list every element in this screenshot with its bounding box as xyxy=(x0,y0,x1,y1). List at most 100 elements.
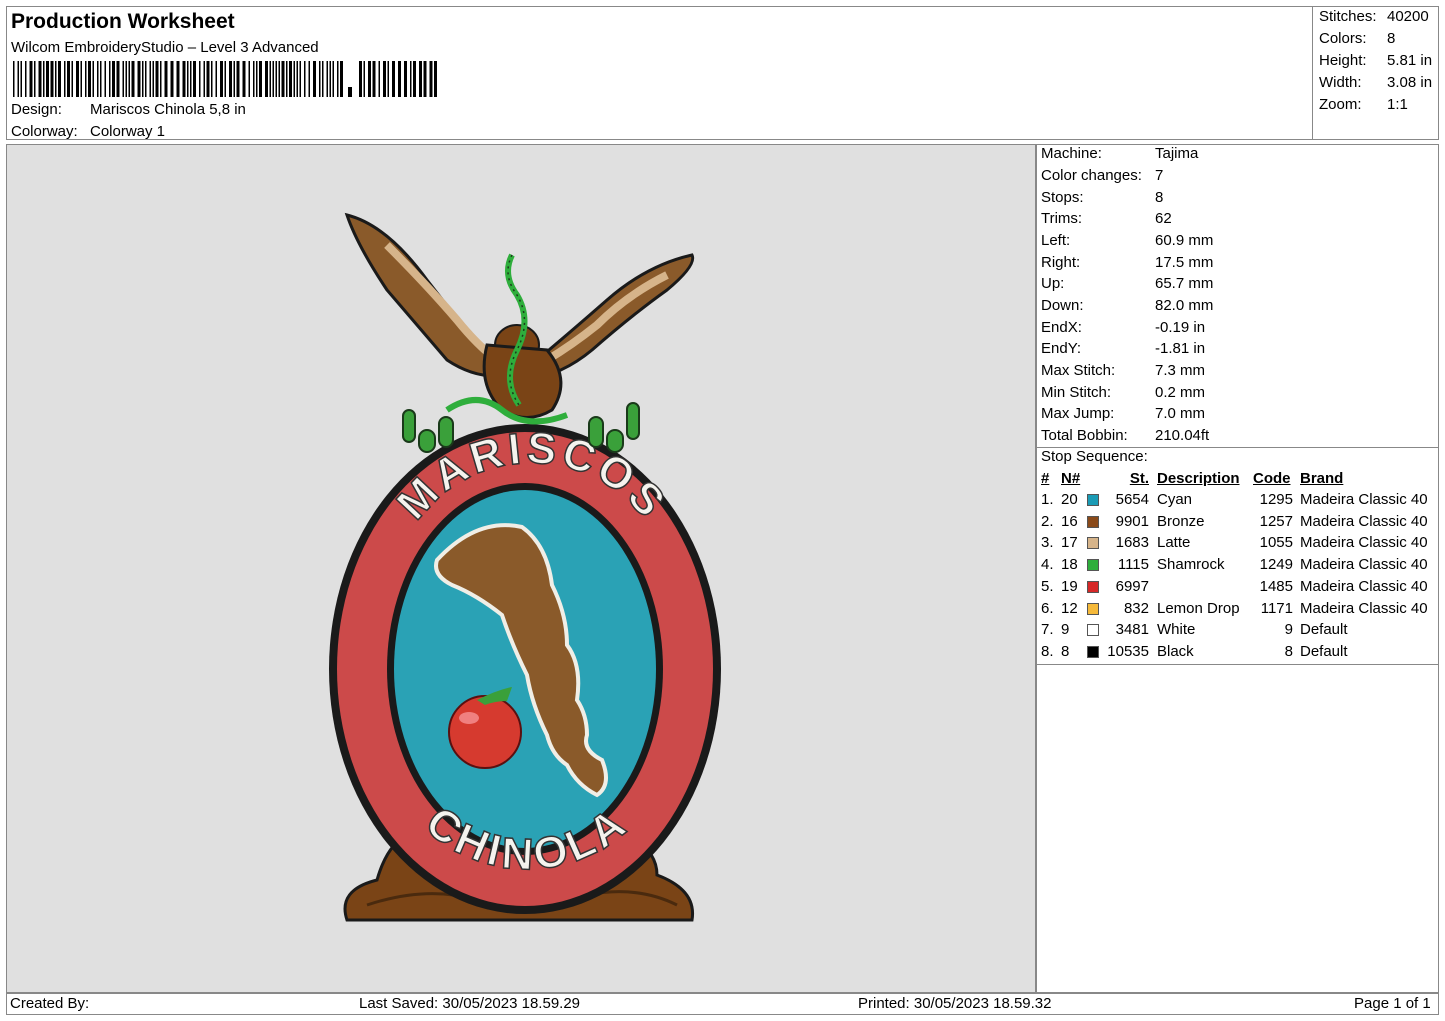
stop-code: 1055 xyxy=(1259,534,1293,552)
stop-brand: Madeira Classic 40 xyxy=(1300,512,1428,530)
stop-brand: Madeira Classic 40 xyxy=(1300,599,1428,617)
stop-index: 1. xyxy=(1041,491,1054,508)
stat-row: Height: 5.81 in xyxy=(1319,52,1433,69)
info-row: Machine: Tajima xyxy=(1041,145,1199,162)
stop-index: 2. xyxy=(1041,512,1054,530)
stop-brand: Madeira Classic 40 xyxy=(1300,577,1428,595)
stop-needle: 16 xyxy=(1061,512,1078,530)
stop-index: 8. xyxy=(1041,642,1054,660)
stop-brand: Default xyxy=(1300,621,1348,639)
colorway-row: Colorway: Colorway 1 xyxy=(11,123,165,140)
software-name: Wilcom EmbroideryStudio – Level 3 Advanc… xyxy=(11,39,319,56)
stop-code: 1485 xyxy=(1259,577,1293,595)
printed-date: Printed: 30/05/2023 18.59.32 xyxy=(858,995,1052,1012)
stop-description: Bronze xyxy=(1157,512,1205,530)
stop-description: Latte xyxy=(1157,534,1191,552)
stat-row: Width: 3.08 in xyxy=(1319,74,1433,91)
info-row: Max Jump: 7.0 mm xyxy=(1041,405,1206,422)
color-swatch xyxy=(1087,559,1099,572)
stop-stitches: 5654 xyxy=(1115,491,1149,508)
design-row: Design: Mariscos Chinola 5,8 in xyxy=(11,101,246,118)
info-row: Down: 82.0 mm xyxy=(1041,297,1214,314)
worksheet-header: Production Worksheet Wilcom EmbroiderySt… xyxy=(6,6,1312,140)
colorway-value: Colorway 1 xyxy=(90,123,166,140)
stop-brand: Madeira Classic 40 xyxy=(1300,491,1428,508)
stop-stitches: 3481 xyxy=(1115,621,1149,639)
stop-stitches: 9901 xyxy=(1115,512,1149,530)
stop-sequence-title: Stop Sequence: xyxy=(1041,448,1148,465)
stat-row: Stitches: 40200 xyxy=(1319,8,1429,25)
stop-code: 1257 xyxy=(1259,512,1293,530)
stop-code: 8 xyxy=(1284,642,1293,660)
page-number: Page 1 of 1 xyxy=(1354,995,1431,1012)
stop-needle: 12 xyxy=(1061,599,1078,617)
info-row: Stops: 8 xyxy=(1041,189,1164,206)
stop-stitches: 1683 xyxy=(1115,534,1149,552)
stat-row: Colors: 8 xyxy=(1319,30,1396,47)
color-swatch xyxy=(1087,624,1099,637)
stop-index: 5. xyxy=(1041,577,1054,595)
info-row: Trims: 62 xyxy=(1041,210,1172,227)
stop-code: 9 xyxy=(1284,621,1293,639)
stats-box: Stitches: 40200 Colors: 8 Height: 5.81 in W… xyxy=(1312,6,1439,140)
col-header-description: Description xyxy=(1157,470,1240,487)
stop-code: 1295 xyxy=(1259,491,1293,508)
stop-needle: 18 xyxy=(1061,556,1078,574)
col-header-code: Code xyxy=(1253,470,1291,487)
stop-index: 6. xyxy=(1041,599,1054,617)
stop-description: Black xyxy=(1157,642,1194,660)
info-row: Color changes: 7 xyxy=(1041,167,1164,184)
embroidery-design: MARISCOS CHINOLA xyxy=(329,212,721,922)
info-row: EndY: -1.81 in xyxy=(1041,340,1206,357)
stop-brand: Default xyxy=(1300,642,1348,660)
stop-brand: Madeira Classic 40 xyxy=(1300,556,1428,574)
stop-description: Lemon Drop xyxy=(1157,599,1240,617)
stop-needle: 19 xyxy=(1061,577,1078,595)
stat-row: Zoom: 1:1 xyxy=(1319,96,1408,113)
info-row: Max Stitch: 7.3 mm xyxy=(1041,362,1206,379)
info-row: Total Bobbin: 210.04ft xyxy=(1041,427,1210,444)
color-swatch xyxy=(1087,494,1099,506)
stop-needle: 8 xyxy=(1061,642,1070,660)
color-swatch xyxy=(1087,515,1099,528)
design-value: Mariscos Chinola 5,8 in xyxy=(90,101,246,118)
design-preview: MARISCOS CHINOLA xyxy=(6,144,1036,993)
stop-needle: 17 xyxy=(1061,534,1078,552)
colorway-label: Colorway: xyxy=(11,123,78,140)
color-swatch xyxy=(1087,602,1099,615)
col-header-needle: N# xyxy=(1061,470,1081,487)
col-header-stitches: St. xyxy=(1129,470,1149,487)
stop-stitches: 10535 xyxy=(1107,642,1149,660)
divider xyxy=(1037,664,1438,665)
color-swatch xyxy=(1087,537,1099,550)
cactus-left xyxy=(402,409,454,453)
stop-code: 1171 xyxy=(1260,599,1293,617)
stop-needle: 9 xyxy=(1061,621,1070,639)
info-row: Left: 60.9 mm xyxy=(1041,232,1214,249)
created-by: Created By: xyxy=(10,995,90,1012)
info-row: EndX: -0.19 in xyxy=(1041,319,1206,336)
stop-code: 1249 xyxy=(1259,556,1293,574)
col-header-index: # xyxy=(1041,470,1050,487)
cactus-right xyxy=(588,402,640,453)
info-row: Min Stitch: 0.2 mm xyxy=(1041,384,1206,401)
stop-index: 3. xyxy=(1041,534,1054,552)
design-label: Design: xyxy=(11,101,62,118)
stop-description: Cyan xyxy=(1157,491,1193,508)
info-row: Right: 17.5 mm xyxy=(1041,254,1214,271)
machine-info-panel: Machine: Tajima Color changes: 7 Stops: 8 T… xyxy=(1036,144,1439,993)
worksheet-footer: Created By: Last Saved: 30/05/2023 18.59… xyxy=(6,993,1439,1015)
col-header-brand: Brand xyxy=(1300,470,1344,487)
barcode xyxy=(13,61,437,97)
stop-index: 4. xyxy=(1041,556,1054,574)
stop-brand: Madeira Classic 40 xyxy=(1300,534,1428,552)
stop-stitches: 1115 xyxy=(1117,556,1149,574)
stop-needle: 20 xyxy=(1061,491,1078,508)
stop-index: 7. xyxy=(1041,621,1054,639)
eagle-shape xyxy=(344,212,695,425)
worksheet-title: Production Worksheet xyxy=(11,10,235,33)
stop-description: White xyxy=(1157,621,1196,639)
stop-stitches: 832 xyxy=(1123,599,1149,617)
info-row: Up: 65.7 mm xyxy=(1041,275,1214,292)
color-swatch xyxy=(1087,580,1099,593)
